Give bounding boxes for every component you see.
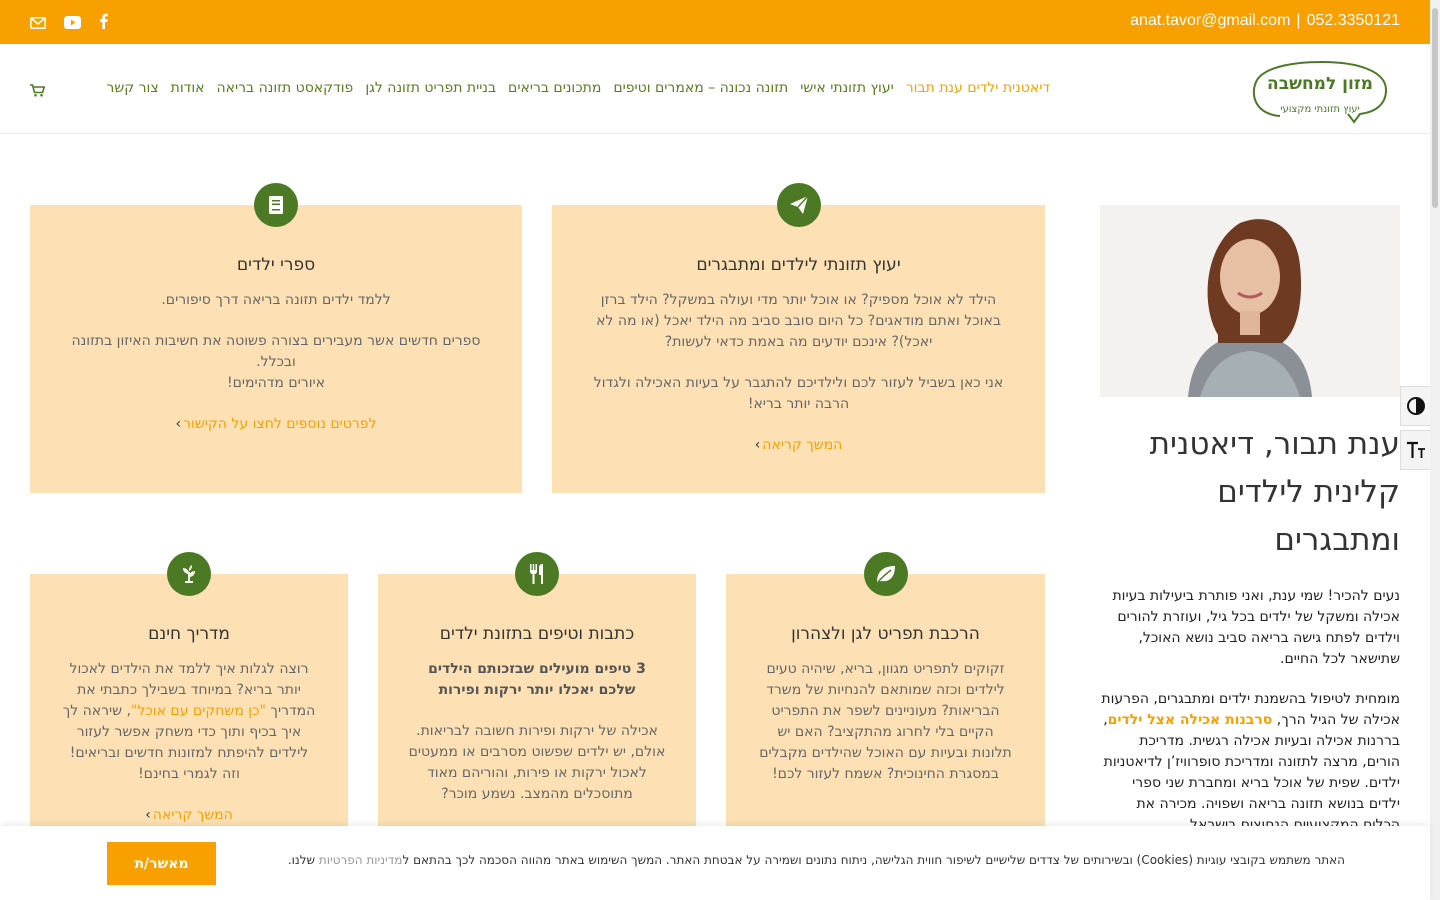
card-text: הילד לא אוכל מספיק? או אוכל יותר מדי ועו… <box>596 292 1001 350</box>
facebook-icon[interactable] <box>99 13 108 33</box>
profile-intro: נעים להכיר! שמי ענת, ואני פותרת ביעילות … <box>1100 586 1400 855</box>
card-text: אכילה של ירקות ופירות חשובה לבריאות. אול… <box>408 723 666 802</box>
card-articles-tips: כתבות וטיפים בתזונת ילדים 3 טיפים מועילי… <box>378 552 696 834</box>
site-header: מזון למחשבה יעוץ תזונתי מקצועי דיאטנית י… <box>0 34 1430 134</box>
youtube-icon[interactable] <box>64 14 81 33</box>
contrast-icon[interactable] <box>1400 386 1432 426</box>
card-title: ספרי ילדים <box>236 255 316 275</box>
read-more-link[interactable]: המשך קריאה <box>755 437 843 453</box>
envelope-icon[interactable] <box>30 14 46 33</box>
card-text: רוצה לגלות איך ללמד את הילדים לאכול יותר… <box>60 659 318 785</box>
plant-icon <box>167 552 211 596</box>
paper-plane-icon <box>776 183 821 227</box>
cookie-message: האתר משתמש בקובצי עוגיות (Cookies) ובשיר… <box>402 853 1345 867</box>
privacy-policy-link[interactable]: מדיניות הפרטיות <box>319 853 403 867</box>
nav-item-articles[interactable]: תזונה נכונה – מאמרים וטיפים <box>613 80 788 96</box>
nav-item-about[interactable]: אודות <box>171 80 205 96</box>
card-childrens-books: ספרי ילדים ללמד ילדים תזונה בריאה דרך סי… <box>30 183 522 493</box>
card-title: כתבות וטיפים בתזונת ילדים <box>439 624 635 644</box>
contact-email[interactable]: anat.tavor@gmail.com <box>1130 12 1290 30</box>
accessibility-widget <box>1400 386 1432 474</box>
profile-photo <box>1100 205 1400 397</box>
text-size-icon[interactable] <box>1400 430 1432 470</box>
card-text: אני כאן בשביל לעזור לכם ולילדיכם להתגבר … <box>593 375 1004 412</box>
card-text: זקוקים לתפריט מגוון, בריא, שיהיה טעים לי… <box>759 661 1012 782</box>
profile-paragraph-2-end: , בררנות אכילה ובעיות אכילה רגשית. מדריכ… <box>1103 712 1400 833</box>
read-more-link[interactable]: המשך קריאה <box>145 807 233 823</box>
leaf-icon <box>863 552 908 596</box>
top-bar: anat.tavor@gmail.com | 052.3350121 <box>0 0 1440 44</box>
cookie-banner: האתר משתמש בקובצי עוגיות (Cookies) ובשיר… <box>0 826 1430 900</box>
card-title: הרכבת תפריט לגן ולצהרון <box>791 624 980 644</box>
nav-item-contact[interactable]: צור קשר <box>106 80 158 96</box>
utensils-icon <box>515 552 559 596</box>
profile-title: ענת תבור, דיאטנית קלינית לילדים ומתבגרים <box>1149 426 1400 558</box>
site-logo[interactable]: מזון למחשבה יעוץ תזונתי מקצועי <box>1250 56 1390 126</box>
nav-item-recipes[interactable]: מתכונים בריאים <box>508 80 601 96</box>
contact-phone[interactable]: 052.3350121 <box>1307 12 1400 30</box>
guide-link[interactable]: "כן משחקים עם אוכל" <box>131 703 266 719</box>
cookie-text: האתר משתמש בקובצי עוגיות (Cookies) ובשיר… <box>288 853 1345 867</box>
social-icons <box>30 13 108 33</box>
card-text: ללמד ילדים תזונה בריאה דרך סיפורים. <box>161 292 391 308</box>
cart-icon[interactable] <box>30 82 46 101</box>
card-title: מדריך חינם <box>148 624 230 644</box>
card-title: יעוץ תזונתי לילדים ומתבגרים <box>696 255 901 275</box>
main-nav: דיאטנית ילדים ענת תבור יעוץ תזונתי אישי … <box>106 34 1053 96</box>
contact-info: anat.tavor@gmail.com | 052.3350121 <box>1130 12 1400 30</box>
card-text: איורים מדהימים! <box>226 375 326 391</box>
profile-paragraph-1: נעים להכיר! שמי ענת, ואני פותרת ביעילות … <box>1112 588 1400 667</box>
logo-subtitle: יעוץ תזונתי מקצועי <box>1280 104 1360 115</box>
card-nutrition-consulting: יעוץ תזונתי לילדים ומתבגרים הילד לא אוכל… <box>552 183 1045 493</box>
contact-separator: | <box>1296 12 1301 29</box>
nav-item-personal-consult[interactable]: יעוץ תזונתי אישי <box>800 80 894 96</box>
featured-article-link[interactable]: 3 טיפים מועילים שבזכותם הילדים שלכם יאכל… <box>408 659 666 701</box>
card-kindergarten-menu: הרכבת תפריט לגן ולצהרון זקוקים לתפריט מג… <box>726 552 1045 834</box>
nav-item-kindergarten-menu[interactable]: בניית תפריט תזונה לגן <box>365 80 496 96</box>
card-free-guide: מדריך חינם רוצה לגלות איך ללמד את הילדים… <box>30 552 348 834</box>
card-text: ספרים חדשים אשר מעבירים בצורה פשוטה את ח… <box>71 333 481 370</box>
cookie-accept-button[interactable]: מאשר/ת <box>107 842 216 885</box>
nav-item-home[interactable]: דיאטנית ילדים ענת תבור <box>903 34 1053 96</box>
nav-item-podcast[interactable]: פודקאסט תזונה בריאה <box>217 80 354 96</box>
details-link[interactable]: לפרטים נוספים לחצו על הקישור <box>176 416 377 432</box>
book-icon <box>254 183 298 227</box>
scrollbar-thumb[interactable] <box>1432 8 1438 208</box>
cookie-suffix: שלנו. <box>287 853 319 867</box>
logo-title: מזון למחשבה <box>1267 74 1373 94</box>
picky-eating-link[interactable]: סרבנות אכילה אצל ילדים <box>1108 712 1273 728</box>
profile-paragraph-2: מומחית לטיפול בהשמנת ילדים ומתבגרים, הפר… <box>1100 689 1400 836</box>
page-scrollbar[interactable] <box>1430 0 1440 900</box>
